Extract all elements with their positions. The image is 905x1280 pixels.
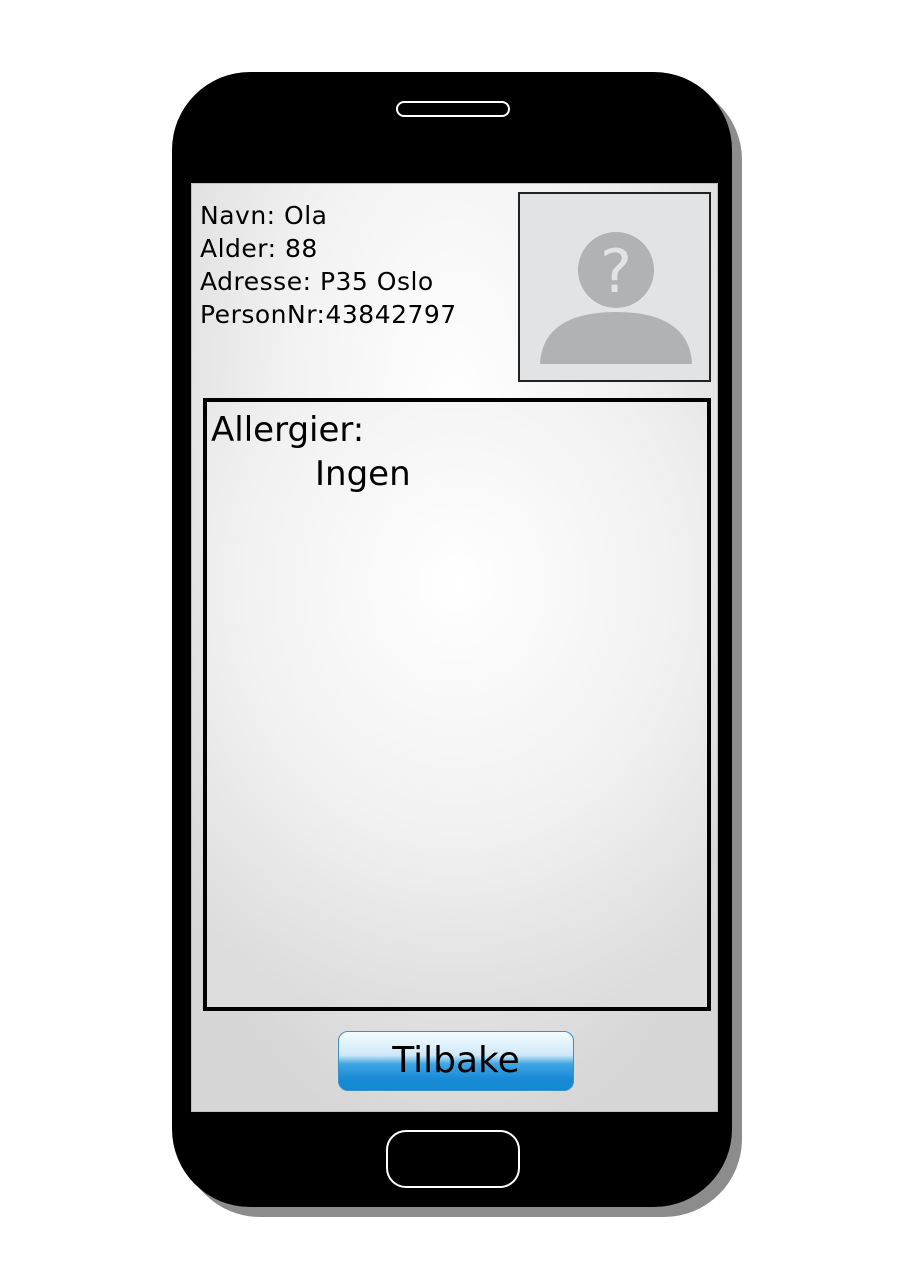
- unknown-person-icon: ?: [540, 232, 692, 364]
- patient-age: Alder: 88: [200, 234, 318, 263]
- svg-text:?: ?: [600, 237, 632, 307]
- patient-info: Navn: Ola Alder: 88 Adresse: P35 Oslo Pe…: [200, 199, 457, 331]
- allergy-title: Allergier:: [211, 410, 365, 450]
- patient-address: Adresse: P35 Oslo: [200, 267, 434, 296]
- back-button[interactable]: Tilbake: [338, 1031, 574, 1091]
- avatar: ?: [518, 192, 711, 382]
- allergy-value: Ingen: [315, 454, 411, 494]
- speaker-slot: [396, 101, 510, 117]
- home-button[interactable]: [386, 1130, 520, 1188]
- patient-person-number: PersonNr:43842797: [200, 300, 457, 329]
- allergy-panel: [203, 398, 711, 1011]
- patient-name: Navn: Ola: [200, 201, 328, 230]
- app-stage: Navn: Ola Alder: 88 Adresse: P35 Oslo Pe…: [0, 0, 905, 1280]
